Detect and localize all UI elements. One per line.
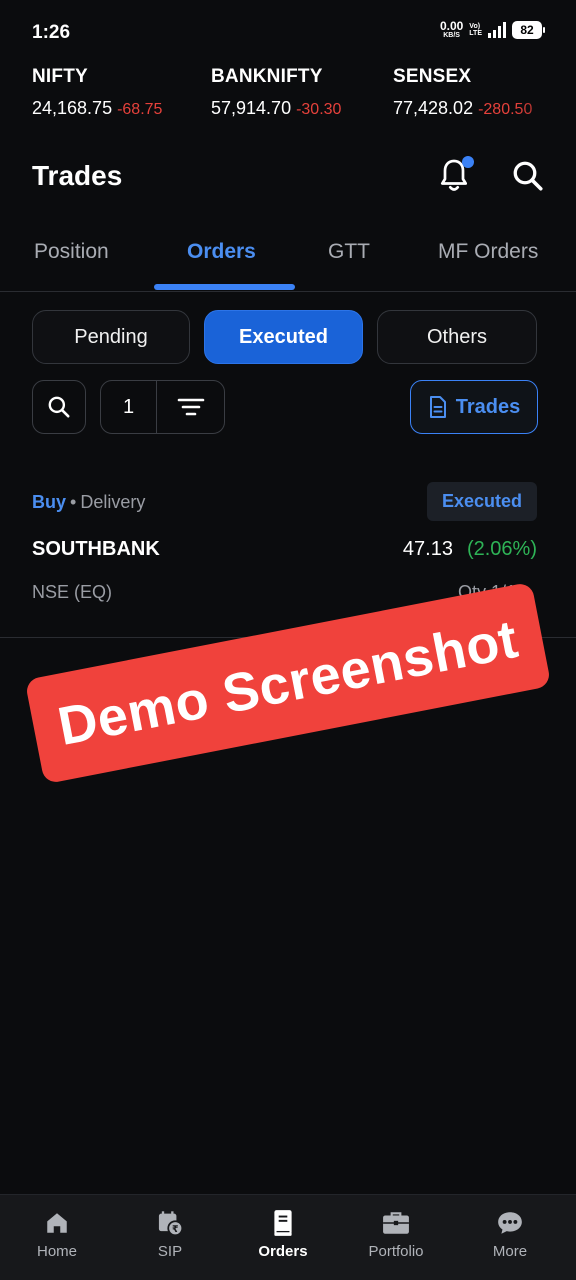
search-icon xyxy=(513,161,543,191)
nav-home[interactable]: Home xyxy=(7,1209,107,1260)
filter-icon xyxy=(177,398,204,416)
tab-gtt[interactable]: GTT xyxy=(328,240,370,264)
order-product-type: Delivery xyxy=(80,492,146,512)
notification-dot xyxy=(462,156,474,168)
order-symbol: SOUTHBANK xyxy=(32,538,160,560)
nav-label: Home xyxy=(36,1243,77,1260)
active-tab-indicator xyxy=(154,284,295,290)
index-change: -30.30 xyxy=(296,101,342,118)
trades-button[interactable]: Trades xyxy=(410,380,538,434)
nav-more[interactable]: More xyxy=(460,1209,560,1260)
orders-toolbar: 1 Trades xyxy=(32,380,538,434)
page-title: Trades xyxy=(32,160,123,191)
order-search-button[interactable] xyxy=(32,380,86,434)
index-value: 24,168.75 xyxy=(32,98,113,118)
order-price: 47.13 xyxy=(402,538,453,560)
index-name: SENSEX xyxy=(393,66,472,87)
status-time: 1:26 xyxy=(32,22,71,43)
svg-text:₹: ₹ xyxy=(172,1224,179,1235)
notifications-button[interactable] xyxy=(436,156,476,196)
bottom-navigation: Home ₹ SIP Orders Portfolio More xyxy=(0,1194,576,1280)
network-speed-unit: KB/S xyxy=(443,32,460,39)
nav-orders[interactable]: Orders xyxy=(233,1209,333,1260)
tab-position[interactable]: Position xyxy=(34,240,109,264)
nav-label: Portfolio xyxy=(368,1243,424,1260)
index-name: BANKNIFTY xyxy=(211,66,323,87)
nav-sip[interactable]: ₹ SIP xyxy=(120,1209,220,1260)
segment-executed[interactable]: Executed xyxy=(204,310,363,364)
nav-label: Orders xyxy=(258,1243,308,1260)
volte-icon: Vo) LTE xyxy=(469,23,482,37)
search-icon xyxy=(48,396,70,418)
index-ticker[interactable]: NIFTY 24,168.75 -68.75 BANKNIFTY 57,914.7… xyxy=(0,66,576,126)
order-exchange: NSE (EQ) xyxy=(32,582,113,602)
filter-button[interactable]: 1 xyxy=(100,380,225,434)
order-price-row: 47.13 (2.06%) xyxy=(403,538,537,561)
more-chat-icon xyxy=(498,1212,522,1234)
trade-tabs: Position Orders GTT MF Orders xyxy=(0,226,576,292)
order-side-label: Buy xyxy=(32,492,67,512)
index-change: -68.75 xyxy=(117,101,163,118)
segment-others[interactable]: Others xyxy=(377,310,537,364)
index-value: 57,914.70 xyxy=(211,98,292,118)
orders-book-icon xyxy=(274,1210,292,1236)
filter-count: 1 xyxy=(101,381,157,433)
sip-icon: ₹ xyxy=(158,1211,184,1237)
network-speed: 0.00 KB/S xyxy=(440,20,463,39)
index-nifty[interactable]: NIFTY 24,168.75 -68.75 xyxy=(32,66,162,119)
status-badge: Executed xyxy=(426,482,537,521)
volte-bottom: LTE xyxy=(469,29,482,37)
home-icon xyxy=(47,1213,67,1233)
nav-label: More xyxy=(492,1243,528,1260)
briefcase-icon xyxy=(383,1212,409,1234)
ticker-fade xyxy=(516,66,576,126)
battery-icon: 82 xyxy=(512,20,545,39)
search-button[interactable] xyxy=(510,158,546,194)
signal-icon xyxy=(488,21,506,38)
segment-pending[interactable]: Pending xyxy=(32,310,190,364)
tab-mf-orders[interactable]: MF Orders xyxy=(438,240,538,264)
index-name: NIFTY xyxy=(32,66,88,87)
index-banknifty[interactable]: BANKNIFTY 57,914.70 -30.30 xyxy=(211,66,341,119)
nav-label: SIP xyxy=(157,1243,183,1260)
order-side: Buy • Delivery xyxy=(32,492,146,512)
network-speed-value: 0.00 xyxy=(439,19,464,33)
order-change-pct: (2.06%) xyxy=(466,538,537,560)
order-status-segments: Pending Executed Others xyxy=(32,310,538,364)
index-sensex[interactable]: SENSEX 77,428.02 -280.50 xyxy=(393,66,532,119)
page-header: Trades xyxy=(0,150,576,204)
status-icons: 0.00 KB/S Vo) LTE 82 xyxy=(440,20,545,39)
index-value: 77,428.02 xyxy=(393,98,474,118)
nav-portfolio[interactable]: Portfolio xyxy=(346,1209,446,1260)
document-icon xyxy=(429,396,446,418)
tab-orders[interactable]: Orders xyxy=(187,240,256,264)
status-bar: 1:26 0.00 KB/S Vo) LTE 82 xyxy=(0,0,576,64)
trades-button-label: Trades xyxy=(455,395,521,418)
volte-top: Vo) xyxy=(469,22,481,30)
